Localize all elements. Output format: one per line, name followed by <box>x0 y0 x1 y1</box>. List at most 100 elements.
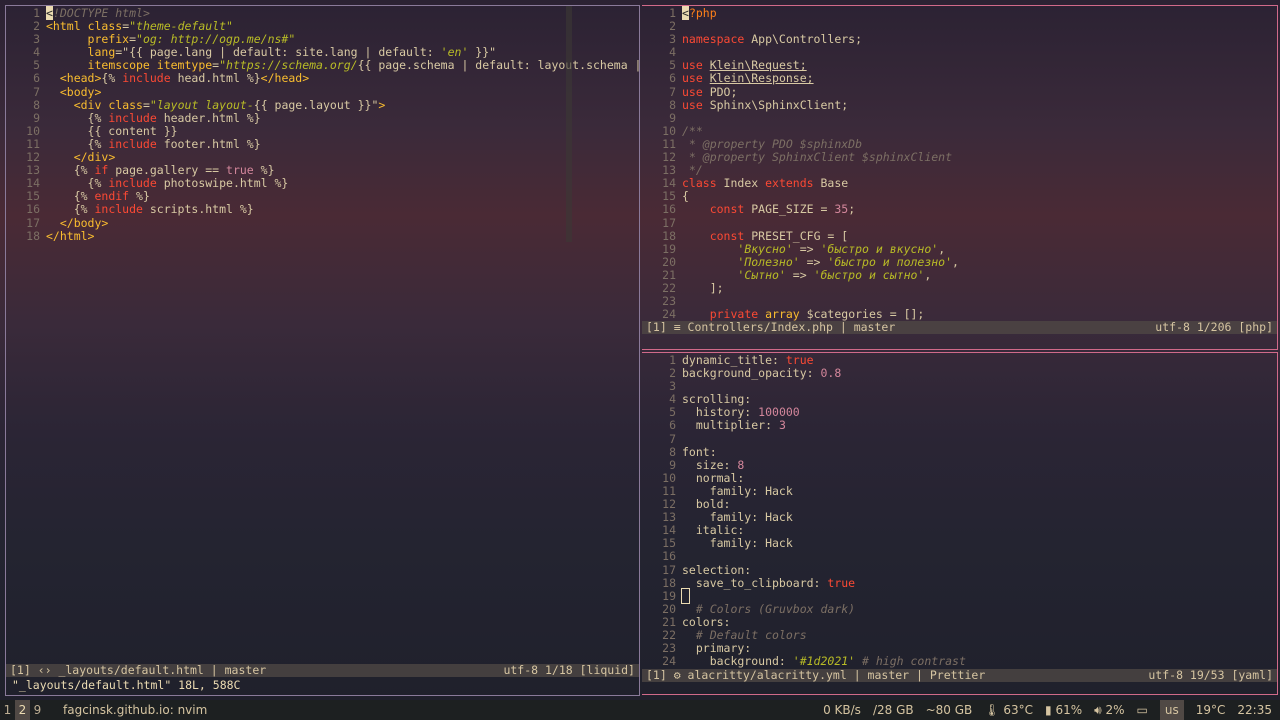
code-line[interactable]: 18 save_to_clipboard: true <box>642 576 1277 590</box>
line-text[interactable]: use Sphinx\SphinxClient; <box>682 98 848 112</box>
workspace-1[interactable]: 1 <box>0 700 15 720</box>
code-line[interactable]: 18 </html> <box>6 228 639 243</box>
line-text[interactable]: size: 8 <box>682 458 744 472</box>
disk-usage-2: ~80 GB <box>925 703 973 717</box>
line-text[interactable]: {% include header.html %} <box>46 111 261 125</box>
code-line[interactable]: 11 family: Hack <box>642 484 1277 498</box>
code-view[interactable]: 1 <!DOCTYPE html> 2 <html class="theme-defa… <box>6 6 639 243</box>
code-line[interactable]: 8 <div class="layout layout-{{ page.layo… <box>6 98 639 112</box>
disk-usage-1: /28 GB <box>872 703 914 717</box>
editor-pane-left[interactable]: 1 <!DOCTYPE html> 2 <html class="theme-defa… <box>5 5 640 696</box>
status-left: [1] ≡ Controllers/Index.php | master <box>646 320 896 334</box>
line-number: 9 <box>33 110 40 125</box>
line-number: 5 <box>33 58 40 73</box>
line-number: 3 <box>669 379 676 394</box>
line-text[interactable]: ]; <box>682 281 724 295</box>
line-text[interactable]: const PAGE_SIZE = 35; <box>682 203 855 216</box>
editor-pane-bottom-right[interactable]: 1 dynamic_title: true 2 background_opacity:… <box>642 352 1278 695</box>
line-text[interactable]: # Colors (Gruvbox dark) <box>682 602 855 616</box>
command-line[interactable]: "_layouts/default.html" 18L, 588C <box>12 678 240 692</box>
line-text[interactable]: namespace App\Controllers; <box>682 33 862 46</box>
line-number: 4 <box>669 45 676 60</box>
line-text[interactable]: multiplier: 3 <box>682 419 786 432</box>
status-right: utf-8 1/18 [liquid] <box>503 663 635 677</box>
line-text[interactable]: font: <box>682 445 717 459</box>
line-number: 6 <box>669 418 676 433</box>
line-number: 16 <box>662 202 676 217</box>
code-line[interactable]: 6 use Klein\Response; <box>642 72 1277 85</box>
code-line[interactable]: 10 normal: <box>642 470 1277 485</box>
line-text[interactable]: 'Сытно' => 'быстро и сытно', <box>682 268 931 282</box>
line-number: 21 <box>662 614 676 629</box>
status-right: utf-8 19/53 [yaml] <box>1148 668 1273 682</box>
line-number: 10 <box>26 123 40 138</box>
code-line[interactable]: 10 {{ content }} <box>6 123 639 138</box>
line-number: 18 <box>26 228 40 243</box>
line-number: 10 <box>662 123 676 138</box>
workspace-9[interactable]: 9 <box>30 700 45 720</box>
line-text[interactable]: selection: <box>682 563 751 577</box>
line-number: 19 <box>662 241 676 256</box>
line-number: 19 <box>662 588 676 603</box>
line-text[interactable]: family: Hack <box>682 537 793 550</box>
line-text[interactable]: background: '#1d2021' # high contrast <box>682 655 966 668</box>
code-line[interactable]: 7 use PDO; <box>642 85 1277 99</box>
code-line[interactable]: 17 selection: <box>642 563 1277 577</box>
code-line[interactable]: 14 class Index extends Base <box>642 177 1277 190</box>
line-text[interactable]: save_to_clipboard: true <box>682 576 855 590</box>
code-line[interactable]: 8 use Sphinx\SphinxClient; <box>642 97 1277 112</box>
line-number: 10 <box>662 470 676 485</box>
code-line[interactable]: 21 'Сытно' => 'быстро и сытно', <box>642 267 1277 282</box>
line-number: 6 <box>33 71 40 86</box>
line-text[interactable] <box>681 587 690 604</box>
line-number: 20 <box>662 601 676 616</box>
line-number: 17 <box>26 215 40 230</box>
battery: ▮ 61% <box>1045 703 1083 717</box>
statusline: [1] ≡ Controllers/Index.php | master utf… <box>642 321 1277 334</box>
code-line[interactable]: 3 namespace App\Controllers; <box>642 33 1277 46</box>
code-line[interactable]: 9 {% include header.html %} <box>6 110 639 125</box>
code-line[interactable]: 9 <box>642 110 1277 125</box>
line-number: 17 <box>662 215 676 230</box>
line-text[interactable]: normal: <box>682 471 744 485</box>
code-line[interactable]: 24 background: '#1d2021' # high contrast <box>642 655 1277 668</box>
code-line[interactable]: 1 <?php <box>642 6 1277 20</box>
code-view[interactable]: 1 dynamic_title: true 2 background_opacity:… <box>642 353 1277 668</box>
code-line[interactable]: 12 * @property SphinxClient $sphinxClien… <box>642 150 1277 164</box>
line-text[interactable]: class Index extends Base <box>682 177 848 190</box>
line-text[interactable]: </html> <box>46 229 94 243</box>
speaker-icon: 🔊︎ <box>1094 702 1102 717</box>
line-number: 2 <box>669 366 676 381</box>
keyboard-layout[interactable]: us <box>1159 700 1184 720</box>
statusline: [1] ‹› _layouts/default.html | master ut… <box>6 664 639 677</box>
network-speed: 0 KB/s <box>823 703 861 717</box>
line-text[interactable]: <?php <box>682 6 717 20</box>
code-line[interactable]: 7 <box>642 432 1277 446</box>
thermometer-icon: 🌡︎ <box>984 703 1000 717</box>
code-line[interactable]: 15 family: Hack <box>642 537 1277 550</box>
code-line[interactable]: 16 <box>642 550 1277 563</box>
line-number: 21 <box>662 267 676 282</box>
weather: 19°C <box>1195 703 1226 717</box>
code-view[interactable]: 1 <?php 2 3 namespace App\Controllers; 4 5 use … <box>642 6 1277 321</box>
line-text[interactable]: <div class="layout layout-{{ page.layout… <box>46 98 386 112</box>
line-text[interactable]: background_opacity: 0.8 <box>682 366 841 380</box>
code-line[interactable]: 2 background_opacity: 0.8 <box>642 366 1277 381</box>
line-number: 2 <box>33 19 40 34</box>
code-line[interactable]: 17 </body> <box>6 215 639 230</box>
line-number: 9 <box>669 110 676 125</box>
line-number: 4 <box>33 45 40 60</box>
status-left: [1] ⚙ alacritty/alacritty.yml | master |… <box>646 668 986 682</box>
editor-pane-top-right[interactable]: 1 <?php 2 3 namespace App\Controllers; 4 5 use … <box>642 5 1278 350</box>
code-line[interactable]: 22 ]; <box>642 281 1277 295</box>
code-line[interactable]: 20 # Colors (Gruvbox dark) <box>642 601 1277 616</box>
code-line[interactable]: 16 const PAGE_SIZE = 35; <box>642 203 1277 216</box>
line-text[interactable]: * @property SphinxClient $sphinxClient <box>682 150 952 164</box>
line-number: 6 <box>669 71 676 86</box>
volume[interactable]: 🔊︎ 2% <box>1094 703 1124 718</box>
code-line[interactable]: 9 size: 8 <box>642 458 1277 472</box>
scrollbar[interactable] <box>566 6 572 242</box>
code-line[interactable]: 6 multiplier: 3 <box>642 419 1277 432</box>
workspace-2[interactable]: 2 <box>15 700 30 720</box>
line-number: 8 <box>669 97 676 112</box>
